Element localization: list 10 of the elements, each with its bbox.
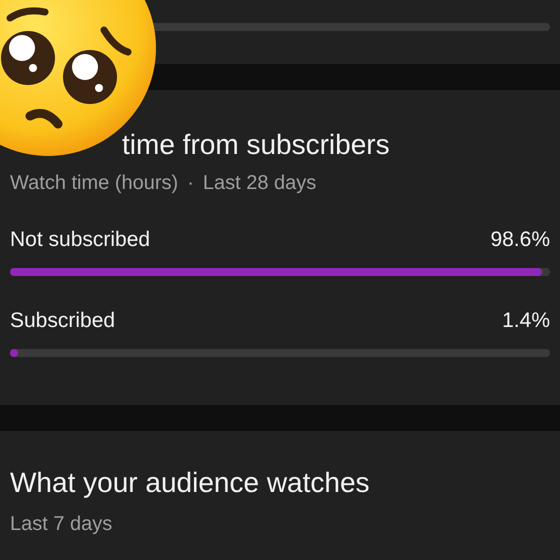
metric-label: Watch time (hours): [10, 172, 178, 195]
card-title: time from subscribers: [122, 128, 391, 162]
separator: ·: [187, 172, 194, 195]
card-title: What your audience watches: [10, 467, 371, 499]
period-label: Last 28 days: [202, 172, 316, 195]
row-label: Not subscribed: [10, 228, 150, 252]
row-value: 1.4%: [502, 309, 550, 333]
period-label: Last 7 days: [10, 513, 114, 536]
row-value: 98.6%: [490, 228, 550, 252]
row-label: Subscribed: [10, 309, 116, 333]
